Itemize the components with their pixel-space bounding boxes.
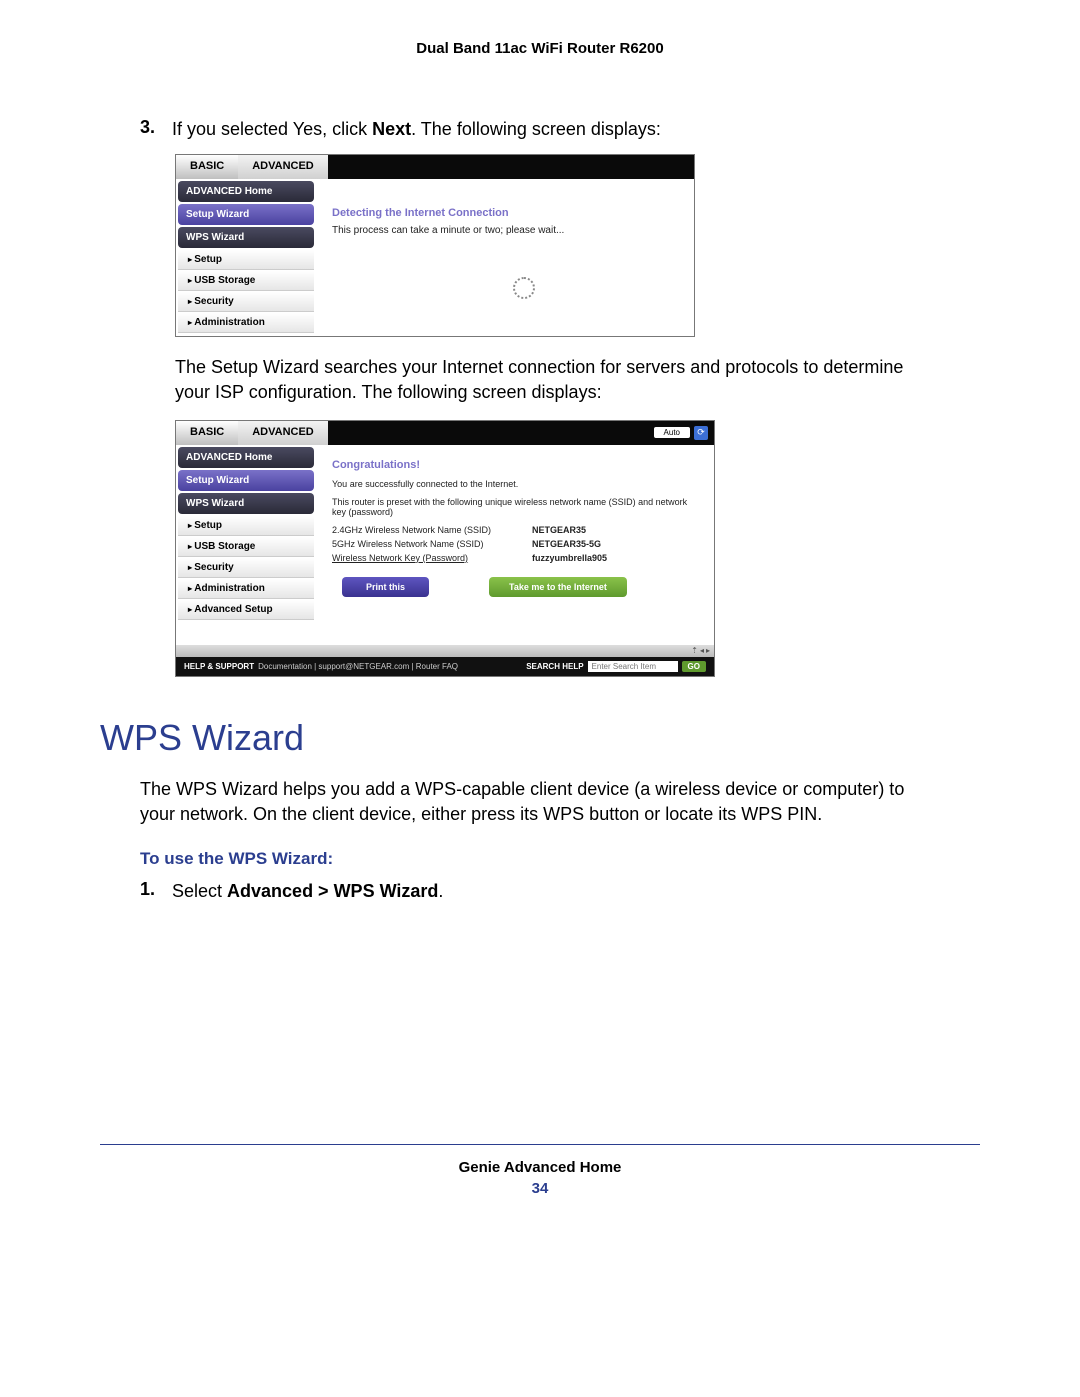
label-ssid-24: 2.4GHz Wireless Network Name (SSID) (332, 525, 532, 535)
section-heading-wps-wizard: WPS Wizard (100, 717, 980, 759)
row-ssid-5: 5GHz Wireless Network Name (SSID) NETGEA… (332, 539, 698, 549)
arrow-right-icon[interactable]: ▸ (706, 646, 710, 655)
tab-bar: BASIC ADVANCED (176, 155, 694, 179)
footer-chapter: Genie Advanced Home (100, 1144, 980, 1176)
sidebar-advanced-setup[interactable]: Advanced Setup (178, 600, 314, 620)
label-password: Wireless Network Key (Password) (332, 553, 532, 563)
search-help-label: SEARCH HELP (526, 662, 583, 671)
page-header: Dual Band 11ac WiFi Router R6200 (100, 40, 980, 57)
step3-prefix: If you selected Yes, click (172, 119, 372, 139)
value-password: fuzzyumbrella905 (532, 553, 607, 563)
take-to-internet-button[interactable]: Take me to the Internet (489, 577, 627, 597)
sidebar-usb-storage[interactable]: USB Storage (178, 537, 314, 557)
step-number: 3. (140, 117, 158, 142)
row-password: Wireless Network Key (Password) fuzzyumb… (332, 553, 698, 563)
help-label: HELP & SUPPORT (184, 662, 254, 671)
step1-suffix: . (438, 881, 443, 901)
help-links[interactable]: Documentation | support@NETGEAR.com | Ro… (258, 662, 458, 671)
congrats-heading: Congratulations! (332, 459, 698, 471)
main-pane: Detecting the Internet Connection This p… (316, 179, 694, 336)
sidebar: ADVANCED Home Setup Wizard WPS Wizard Se… (176, 179, 316, 336)
mid-paragraph: The Setup Wizard searches your Internet … (175, 355, 940, 405)
sidebar-setup[interactable]: Setup (178, 516, 314, 536)
preset-text: This router is preset with the following… (332, 497, 698, 517)
sidebar-wps-wizard[interactable]: WPS Wizard (178, 493, 314, 514)
sidebar-advanced-home[interactable]: ADVANCED Home (178, 181, 314, 202)
sidebar-setup-wizard[interactable]: Setup Wizard (178, 470, 314, 491)
process-text: This process can take a minute or two; p… (332, 225, 678, 236)
step-text: If you selected Yes, click Next. The fol… (172, 117, 661, 142)
value-ssid-24: NETGEAR35 (532, 525, 586, 535)
step1-prefix: Select (172, 881, 227, 901)
sub-heading-to-use: To use the WPS Wizard: (140, 849, 980, 869)
tabbar-spacer (328, 155, 694, 179)
step-text: Select Advanced > WPS Wizard. (172, 879, 443, 904)
sidebar-security[interactable]: Security (178, 558, 314, 578)
screenshot-detecting: BASIC ADVANCED ADVANCED Home Setup Wizar… (175, 154, 695, 337)
step3-suffix: . The following screen displays: (411, 119, 661, 139)
sidebar-administration[interactable]: Administration (178, 579, 314, 599)
connected-text: You are successfully connected to the In… (332, 479, 698, 489)
sidebar-setup[interactable]: Setup (178, 250, 314, 270)
tab-bar: BASIC ADVANCED Auto ⟳ (176, 421, 714, 445)
step-1: 1. Select Advanced > WPS Wizard. (140, 879, 980, 904)
arrow-left-icon[interactable]: ◂ (700, 646, 704, 655)
step-number: 1. (140, 879, 158, 904)
tab-basic[interactable]: BASIC (176, 421, 238, 445)
sidebar: ADVANCED Home Setup Wizard WPS Wizard Se… (176, 445, 316, 645)
wps-paragraph: The WPS Wizard helps you add a WPS-capab… (140, 777, 940, 827)
main-pane: Congratulations! You are successfully co… (316, 445, 714, 645)
sidebar-administration[interactable]: Administration (178, 313, 314, 333)
go-button[interactable]: GO (682, 661, 706, 672)
page-number: 34 (100, 1180, 980, 1197)
auto-button[interactable]: Auto (654, 427, 690, 438)
step3-bold: Next (372, 119, 411, 139)
detecting-heading: Detecting the Internet Connection (332, 207, 678, 219)
spinner-icon (513, 277, 535, 299)
sidebar-advanced-home[interactable]: ADVANCED Home (178, 447, 314, 468)
arrow-up-icon[interactable]: ⇡ (691, 646, 698, 655)
tabbar-right: Auto ⟳ (328, 421, 714, 445)
tab-advanced[interactable]: ADVANCED (238, 421, 328, 445)
step1-bold: Advanced > WPS Wizard (227, 881, 438, 901)
sidebar-usb-storage[interactable]: USB Storage (178, 271, 314, 291)
label-ssid-5: 5GHz Wireless Network Name (SSID) (332, 539, 532, 549)
step-3: 3. If you selected Yes, click Next. The … (140, 117, 980, 142)
value-ssid-5: NETGEAR35-5G (532, 539, 601, 549)
screenshot-congratulations: BASIC ADVANCED Auto ⟳ ADVANCED Home Setu… (175, 420, 715, 677)
sidebar-security[interactable]: Security (178, 292, 314, 312)
tab-advanced[interactable]: ADVANCED (238, 155, 328, 179)
print-button[interactable]: Print this (342, 577, 429, 597)
tab-basic[interactable]: BASIC (176, 155, 238, 179)
search-help-input[interactable] (588, 661, 678, 672)
resize-strip: ⇡ ◂ ▸ (176, 645, 714, 657)
refresh-icon[interactable]: ⟳ (694, 426, 708, 440)
sidebar-wps-wizard[interactable]: WPS Wizard (178, 227, 314, 248)
help-support-bar: HELP & SUPPORT Documentation | support@N… (176, 657, 714, 676)
row-ssid-24: 2.4GHz Wireless Network Name (SSID) NETG… (332, 525, 698, 535)
sidebar-setup-wizard[interactable]: Setup Wizard (178, 204, 314, 225)
